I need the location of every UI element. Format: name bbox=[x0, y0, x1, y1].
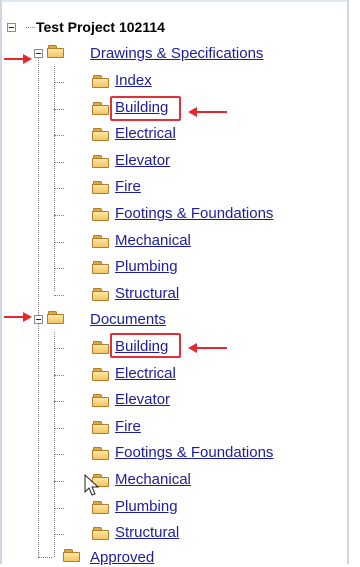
tree-branch-line bbox=[54, 161, 64, 163]
drawings-index-folder-icon bbox=[92, 75, 110, 88]
drawings-plumbing-link[interactable]: Plumbing bbox=[115, 258, 178, 276]
drawings-fire-folder-icon bbox=[92, 181, 110, 195]
drawings-building-folder-icon bbox=[92, 101, 110, 115]
tree-branch-line bbox=[54, 348, 64, 349]
tree-branch-line bbox=[54, 507, 64, 509]
documents-footings-and-foundations-folder-icon bbox=[92, 447, 110, 461]
documents-electrical-folder-icon bbox=[92, 367, 110, 381]
tree-branch-line bbox=[54, 534, 64, 536]
documents-footings-and-foundations-link[interactable]: Footings & Foundations bbox=[115, 444, 273, 462]
documents-plumbing-link[interactable]: Plumbing bbox=[115, 498, 178, 516]
tree-line-documents bbox=[54, 332, 55, 557]
arrow-to-documents-building-icon bbox=[188, 343, 227, 353]
documents-building-folder-icon bbox=[92, 341, 110, 354]
tree-branch-line bbox=[54, 188, 64, 190]
drawings-collapse-toggle[interactable] bbox=[34, 49, 43, 58]
drawings-electrical-link[interactable]: Electrical bbox=[115, 125, 176, 143]
documents-fire-link[interactable]: Fire bbox=[115, 418, 141, 436]
project-root-label: Test Project 102114 bbox=[36, 19, 165, 35]
documents-plumbing-folder-icon bbox=[92, 500, 110, 514]
documents-elevator-link[interactable]: Elevator bbox=[115, 391, 170, 409]
tree-branch-line bbox=[54, 454, 64, 456]
documents-link[interactable]: Documents bbox=[90, 311, 166, 329]
arrow-to-drawings-icon bbox=[4, 54, 32, 64]
drawings-elevator-folder-icon bbox=[92, 154, 110, 168]
tree-branch-line bbox=[54, 481, 64, 482]
tree-line-drawings bbox=[54, 66, 55, 291]
drawings-plumbing-folder-icon bbox=[92, 261, 110, 275]
drawings-footings-and-foundations-folder-icon bbox=[92, 208, 110, 221]
tree-branch-line bbox=[54, 108, 64, 110]
approved-link[interactable]: Approved bbox=[90, 549, 154, 567]
drawings-elevator-link[interactable]: Elevator bbox=[115, 152, 170, 170]
tree-branch-line bbox=[54, 241, 64, 243]
documents-collapse-toggle[interactable] bbox=[34, 315, 43, 324]
drawings-structural-folder-icon bbox=[92, 287, 110, 301]
documents-structural-link[interactable]: Structural bbox=[115, 524, 179, 542]
panel-scroll-border bbox=[347, 0, 349, 564]
tree-branch-line bbox=[54, 427, 64, 429]
documents-mechanical-link[interactable]: Mechanical bbox=[115, 471, 191, 489]
documents-elevator-folder-icon bbox=[92, 394, 110, 408]
tree-branch-line bbox=[54, 215, 64, 216]
tree-branch-line bbox=[54, 401, 64, 403]
tree-branch-line bbox=[54, 268, 64, 270]
drawings-electrical-folder-icon bbox=[92, 128, 110, 142]
documents-structural-folder-icon bbox=[92, 527, 110, 541]
drawings-footings-and-foundations-link[interactable]: Footings & Foundations bbox=[115, 205, 273, 223]
arrow-to-drawings-building-icon bbox=[188, 107, 227, 117]
project-folder-tree: Test Project 102114 Drawings & Specifica… bbox=[0, 0, 345, 567]
documents-fire-folder-icon bbox=[92, 420, 110, 434]
arrow-to-documents-icon bbox=[4, 312, 32, 322]
tree-line-approved bbox=[38, 557, 52, 558]
tree-branch-line bbox=[54, 135, 64, 137]
tree-line-root bbox=[38, 58, 39, 557]
drawings-folder-icon bbox=[47, 45, 65, 58]
drawings-specifications-link[interactable]: Drawings & Specifications bbox=[90, 45, 263, 63]
root-collapse-toggle[interactable] bbox=[7, 23, 16, 32]
tree-branch-line bbox=[54, 82, 64, 83]
documents-electrical-link[interactable]: Electrical bbox=[115, 365, 176, 383]
drawings-mechanical-folder-icon bbox=[92, 234, 110, 248]
drawings-index-link[interactable]: Index bbox=[115, 72, 152, 90]
mouse-cursor-icon bbox=[84, 474, 100, 496]
drawings-structural-link[interactable]: Structural bbox=[115, 285, 179, 303]
drawings-fire-link[interactable]: Fire bbox=[115, 178, 141, 196]
drawings-mechanical-link[interactable]: Mechanical bbox=[115, 232, 191, 250]
highlight-documents-building bbox=[110, 333, 181, 358]
tree-branch-line bbox=[54, 294, 64, 296]
highlight-drawings-building bbox=[110, 96, 181, 121]
approved-folder-icon bbox=[63, 549, 81, 562]
tree-line-root-stub bbox=[26, 27, 35, 28]
documents-folder-icon bbox=[47, 311, 65, 324]
tree-branch-line bbox=[54, 374, 64, 376]
